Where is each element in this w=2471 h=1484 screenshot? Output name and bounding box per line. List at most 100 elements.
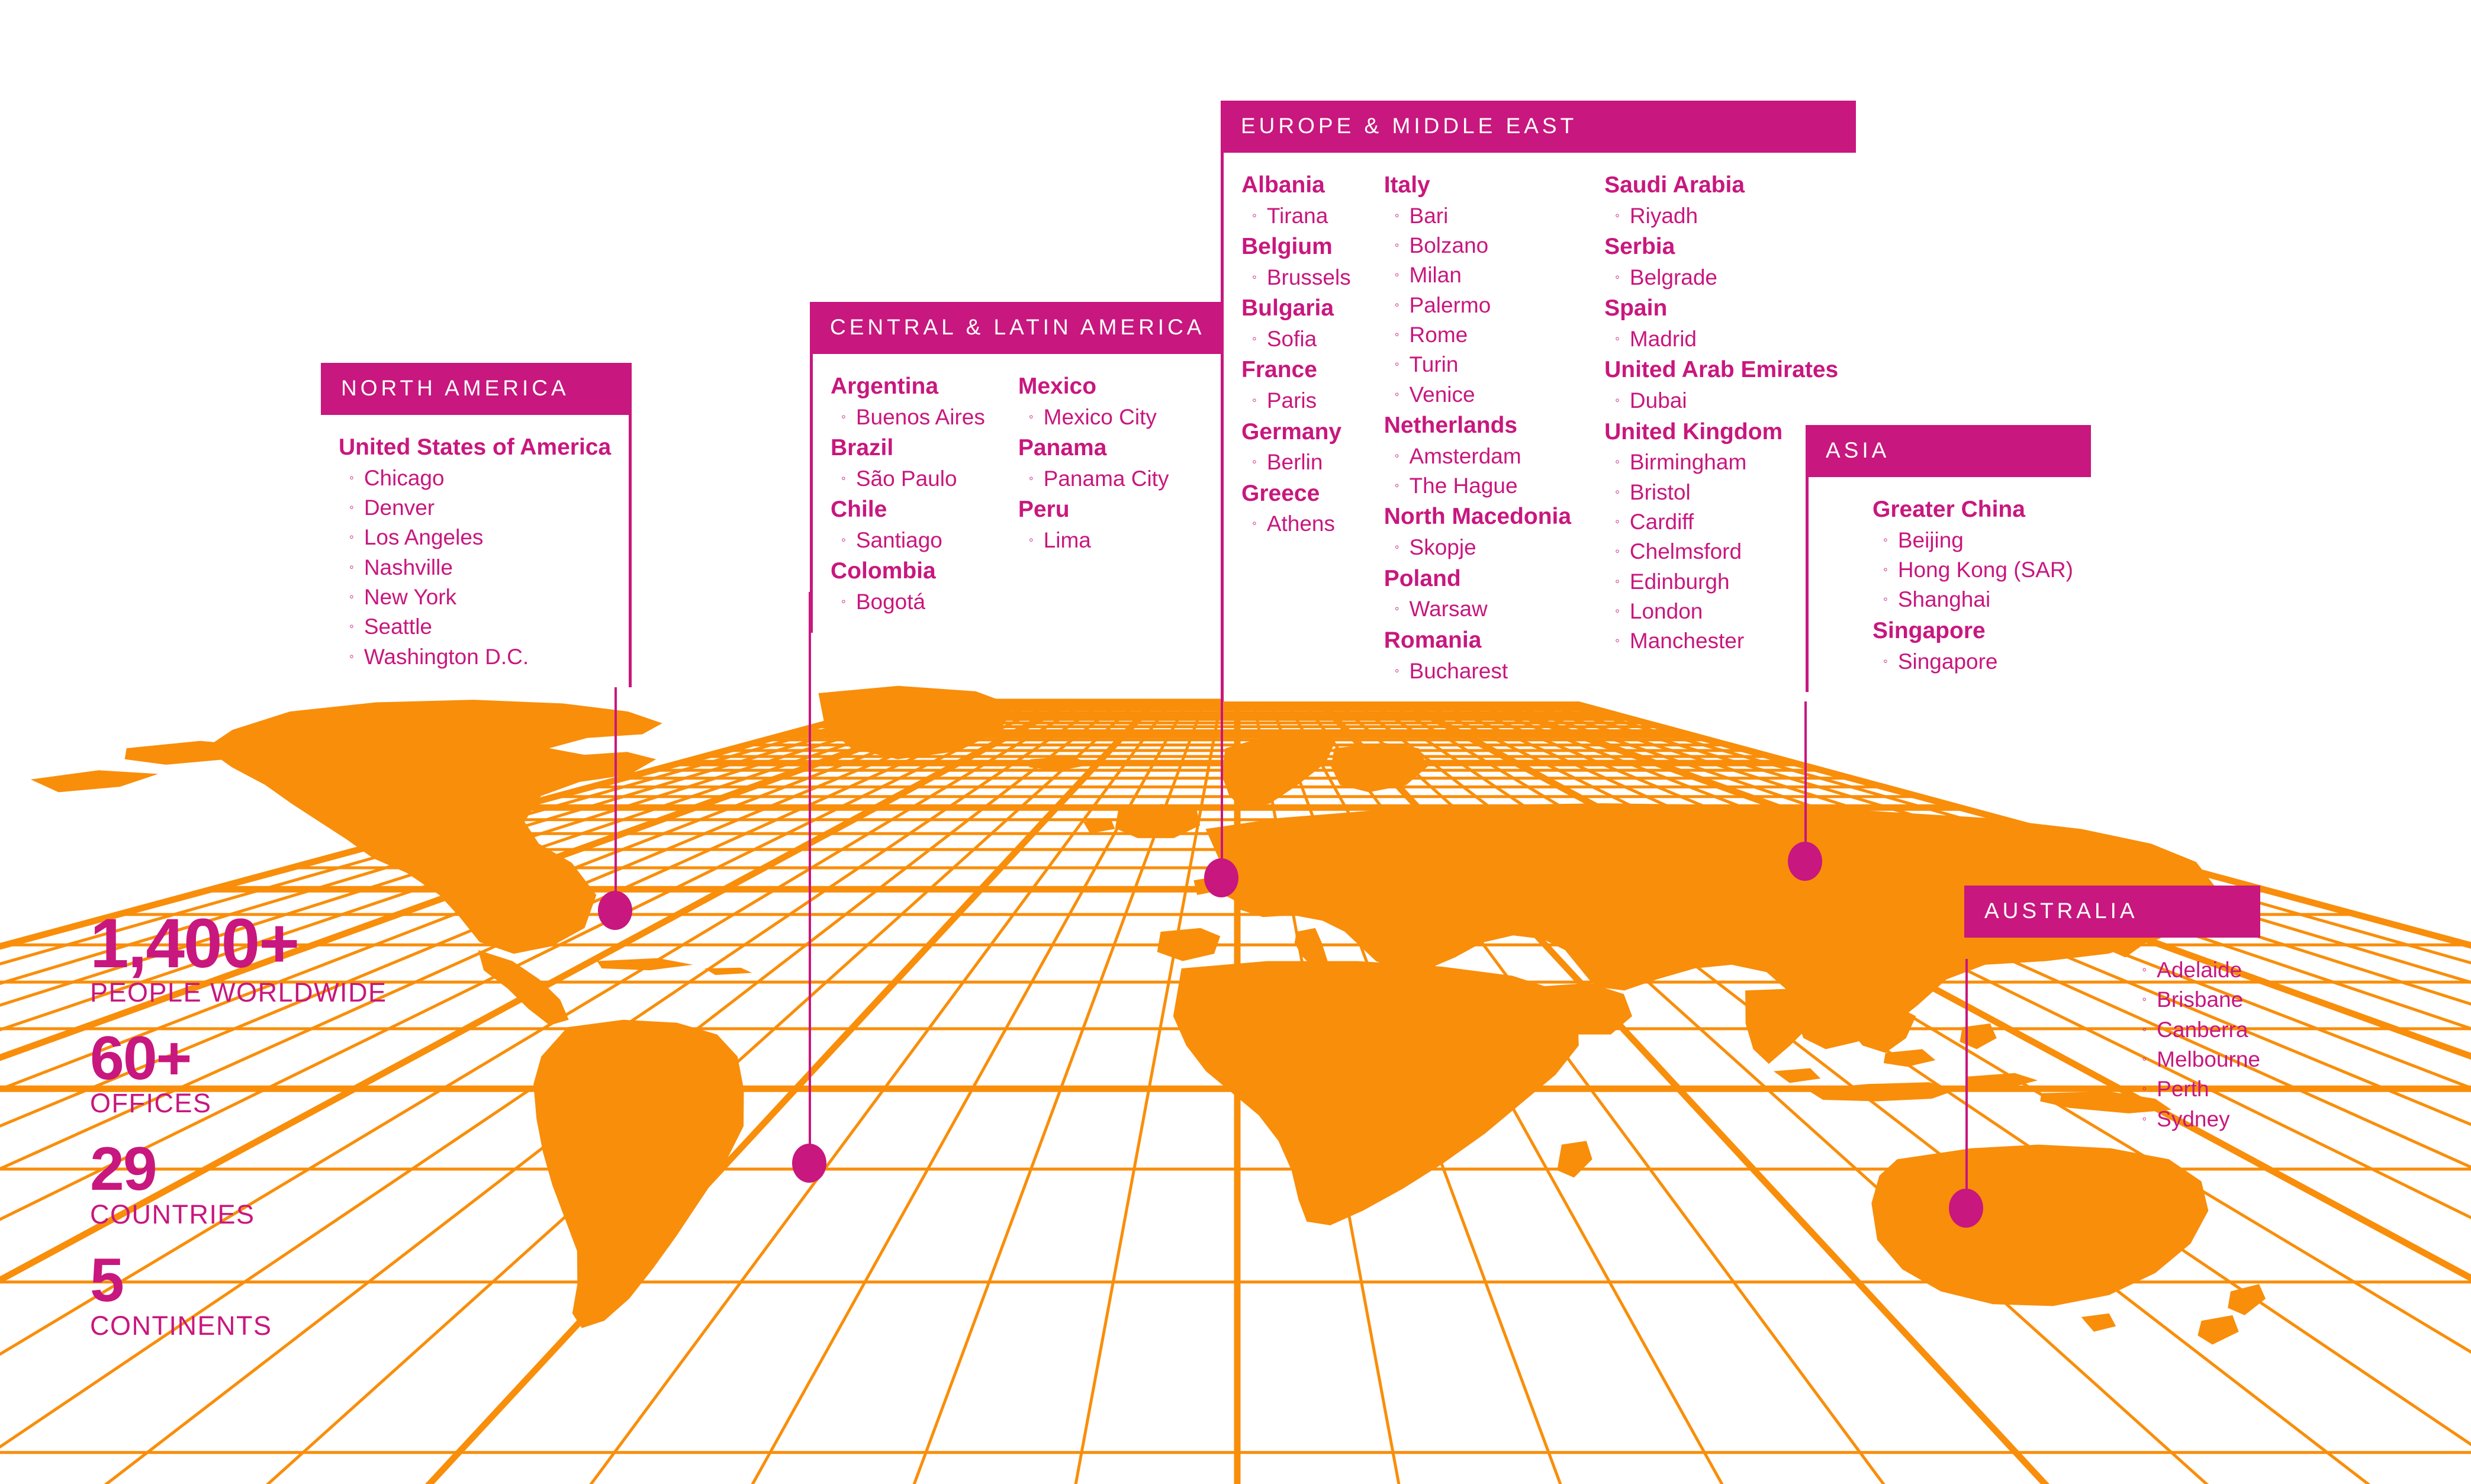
city-list-item: ◦ London — [1604, 597, 1838, 626]
city-name: Dubai — [1629, 388, 1687, 413]
stat-offices: 60+ OFFICES — [90, 1023, 387, 1119]
city-list-item: ◦ Hong Kong (SAR) — [1872, 555, 2073, 585]
panel-title-north-america: NORTH AMERICA — [321, 363, 632, 415]
country-name: France — [1241, 357, 1317, 383]
bullet-circle-icon: ◦ — [841, 594, 846, 609]
city-name: Nashville — [363, 555, 453, 580]
city-list-item: ◦ Denver — [339, 493, 611, 523]
bullet-circle-icon: ◦ — [1615, 513, 1620, 529]
country-name: Albania — [1241, 172, 1325, 198]
city-name: Birmingham — [1629, 450, 1747, 475]
city-name: Madrid — [1629, 327, 1697, 352]
bullet-circle-icon: ◦ — [1394, 207, 1399, 223]
city-name: Lima — [1043, 528, 1091, 553]
city-name: The Hague — [1409, 474, 1518, 498]
city-list-item: ◦ Perth — [2142, 1074, 2260, 1104]
city-list-item: ◦ Los Angeles — [339, 523, 611, 552]
panel-title-central-latin-america: CENTRAL & LATIN AMERICA — [810, 302, 1225, 354]
panel-body-north-america: United States of America ◦ Chicago ◦ Denver ◦… — [321, 415, 632, 687]
country-name: Singapore — [1872, 617, 1986, 643]
country-column: Saudi Arabia ◦ Riyadh Serbia ◦ Belgrade Spain ◦… — [1604, 169, 1838, 686]
city-list-item: ◦ Chicago — [339, 463, 611, 493]
bullet-circle-icon: ◦ — [1615, 454, 1620, 469]
city-name: Paris — [1266, 388, 1317, 413]
marker-dot-australia — [1949, 1189, 1983, 1228]
city-list-item: ◦ Bari — [1384, 201, 1571, 231]
country-name: North Macedonia — [1383, 504, 1572, 530]
city-name: Bristol — [1629, 479, 1691, 504]
country-name: Chile — [831, 497, 887, 523]
city-list-item: ◦ Birmingham — [1604, 448, 1838, 477]
city-name: Milan — [1409, 263, 1462, 288]
city-name: Sydney — [2157, 1106, 2230, 1131]
city-name: Turin — [1409, 352, 1459, 377]
stat-people: 1,400+ PEOPLE WORLDWIDE — [90, 909, 387, 1008]
bullet-circle-icon: ◦ — [1615, 603, 1620, 618]
country-column: United States of America ◦ Chicago ◦ Denver ◦… — [339, 432, 611, 672]
city-name: Beijing — [1897, 527, 1964, 552]
bullet-circle-icon: ◦ — [841, 532, 846, 548]
city-name: Sofia — [1266, 327, 1317, 352]
marker-dot-europe-middle-east — [1204, 858, 1238, 897]
city-list-item: ◦ Shanghai — [1872, 585, 2073, 614]
country-name: Colombia — [831, 558, 936, 584]
bullet-circle-icon: ◦ — [2142, 1051, 2147, 1066]
country-name: United States of America — [339, 434, 612, 460]
bullet-circle-icon: ◦ — [2142, 1021, 2147, 1036]
city-list-item: ◦ Bolzano — [1384, 231, 1571, 260]
city-name: New York — [363, 585, 457, 610]
city-list-item: ◦ Turin — [1384, 350, 1571, 379]
bullet-circle-icon: ◦ — [1394, 386, 1399, 401]
country-name: Brazil — [831, 435, 894, 461]
bullet-circle-icon: ◦ — [1394, 297, 1399, 312]
city-name: Bucharest — [1409, 658, 1508, 683]
stat-countries-label: COUNTRIES — [90, 1199, 255, 1229]
bullet-circle-icon: ◦ — [1394, 539, 1399, 555]
city-name: Panama City — [1043, 466, 1169, 491]
country-column: ◦ Adelaide ◦ Brisbane ◦ Canberra ◦ Melbourne ◦ Pe… — [2142, 955, 2260, 1134]
city-name: Chelmsford — [1629, 539, 1742, 564]
city-list-item: ◦ Manchester — [1604, 626, 1838, 656]
bullet-circle-icon: ◦ — [349, 559, 354, 574]
city-name: Canberra — [2157, 1017, 2248, 1042]
city-list-item: ◦ Warsaw — [1384, 594, 1571, 624]
bullet-circle-icon: ◦ — [1252, 207, 1257, 223]
city-list-item: ◦ Rome — [1384, 320, 1571, 350]
city-list-item: ◦ Nashville — [339, 553, 611, 582]
country-name: Spain — [1604, 295, 1668, 321]
stat-continents: 5 CONTINENTS — [90, 1245, 387, 1341]
city-name: Shanghai — [1897, 587, 1991, 612]
city-name: Seattle — [363, 614, 433, 639]
panel-europe-middle-east: EUROPE & MIDDLE EAST Albania ◦ Tirana Belgi… — [1221, 101, 1857, 701]
country-name: Panama — [1018, 435, 1107, 461]
city-name: Manchester — [1629, 629, 1745, 654]
city-name: Riyadh — [1629, 203, 1698, 228]
panel-title-europe-middle-east: EUROPE & MIDDLE EAST — [1221, 101, 1857, 153]
stat-offices-number: 60+ — [90, 1023, 192, 1093]
city-list-item: ◦ Melbourne — [2142, 1045, 2260, 1074]
city-name: London — [1629, 598, 1703, 623]
stat-continents-number: 5 — [90, 1245, 124, 1315]
stat-countries-number: 29 — [90, 1135, 157, 1204]
country-name: United Kingdom — [1604, 419, 1783, 445]
city-name: Melbourne — [2157, 1047, 2260, 1071]
city-list-item: ◦ Edinburgh — [1604, 567, 1838, 597]
country-name: Serbia — [1604, 234, 1675, 260]
connector-central-latin-america — [809, 592, 811, 1163]
city-list-item: ◦ Lima — [1018, 526, 1169, 555]
country-column: Argentina ◦ Buenos Aires Brazil ◦ São Paulo Ch… — [831, 371, 985, 617]
country-name: Germany — [1241, 419, 1342, 445]
city-name: Hong Kong (SAR) — [1897, 558, 2073, 582]
city-list-item: ◦ Beijing — [1872, 526, 2073, 555]
city-name: Palermo — [1409, 292, 1491, 317]
stat-countries: 29 COUNTRIES — [90, 1135, 387, 1230]
bullet-circle-icon: ◦ — [1615, 633, 1620, 648]
bullet-circle-icon: ◦ — [2142, 1081, 2147, 1096]
stat-continents-label: CONTINENTS — [90, 1310, 272, 1341]
country-name: Greece — [1241, 480, 1320, 506]
city-list-item: ◦ New York — [339, 582, 611, 612]
city-name: Bogotá — [855, 590, 926, 614]
bullet-circle-icon: ◦ — [1252, 269, 1257, 284]
city-list-item: ◦ Brussels — [1241, 263, 1351, 292]
country-name: Netherlands — [1383, 413, 1518, 438]
